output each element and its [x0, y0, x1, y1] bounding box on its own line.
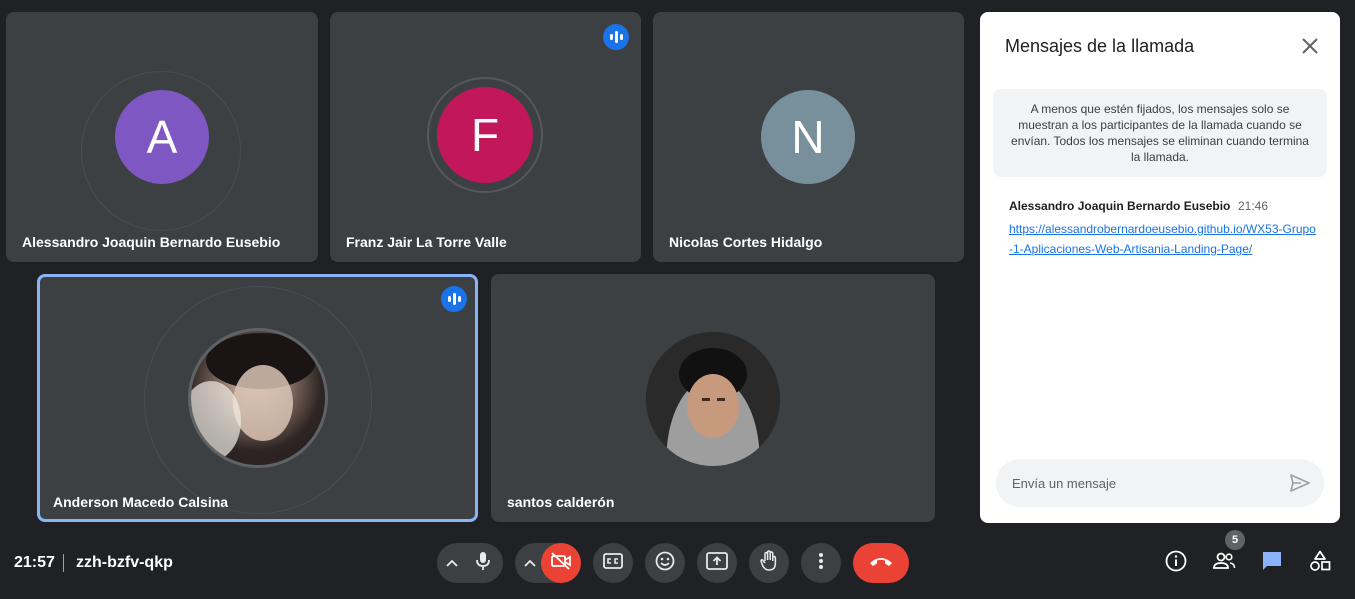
activities-button[interactable]: [1304, 547, 1336, 579]
reactions-button[interactable]: [645, 543, 685, 583]
end-call-icon: [868, 554, 894, 572]
close-icon[interactable]: [1296, 32, 1324, 60]
divider: [63, 554, 64, 572]
participant-name: Anderson Macedo Calsina: [53, 494, 229, 510]
microphone-icon: [474, 551, 492, 576]
info-icon: [1165, 550, 1187, 577]
more-options-button[interactable]: [801, 543, 841, 583]
participant-tile-franz[interactable]: F Franz Jair La Torre Valle: [330, 12, 641, 262]
raise-hand-button[interactable]: [749, 543, 789, 583]
chevron-up-icon[interactable]: [440, 543, 464, 583]
more-options-icon: [818, 552, 824, 575]
captions-button[interactable]: [593, 543, 633, 583]
avatar: F: [437, 87, 533, 183]
people-button[interactable]: [1208, 547, 1240, 579]
avatar-photo: [188, 328, 328, 468]
meeting-code: zzh-bzfv-qkp: [76, 554, 173, 571]
participant-tile-santos[interactable]: santos calderón: [491, 274, 935, 522]
chat-panel-title: Mensajes de la llamada: [1005, 36, 1195, 56]
message-link[interactable]: https://alessandrobernardoeusebio.github…: [1009, 219, 1319, 259]
people-count-badge: 5: [1225, 530, 1245, 550]
participant-tile-nicolas[interactable]: N Nicolas Cortes Hidalgo: [653, 12, 964, 262]
activities-icon: [1309, 550, 1331, 577]
participant-name: Franz Jair La Torre Valle: [346, 234, 507, 250]
participant-tile-alessandro[interactable]: A Alessandro Joaquin Bernardo Eusebio: [6, 12, 318, 262]
speaking-icon: [441, 286, 467, 312]
chat-button[interactable]: [1256, 547, 1288, 579]
chat-input-container: [996, 459, 1324, 507]
end-call-button[interactable]: [853, 543, 909, 583]
meeting-time: 21:57: [14, 554, 55, 571]
send-icon[interactable]: [1288, 471, 1312, 495]
people-icon: [1212, 552, 1236, 575]
participant-name: Nicolas Cortes Hidalgo: [669, 234, 823, 250]
present-screen-icon: [706, 551, 728, 575]
participant-tile-anderson[interactable]: Anderson Macedo Calsina: [37, 274, 478, 522]
present-button[interactable]: [697, 543, 737, 583]
chat-notice: A menos que estén fijados, los mensajes …: [993, 89, 1327, 177]
avatar: A: [115, 90, 209, 184]
participant-name: Alessandro Joaquin Bernardo Eusebio: [22, 234, 281, 250]
participant-name: santos calderón: [507, 494, 615, 510]
captions-icon: [603, 552, 623, 574]
speaking-icon: [603, 24, 629, 50]
chat-panel: Mensajes de la llamada A menos que estén…: [980, 12, 1340, 523]
avatar: N: [761, 90, 855, 184]
raise-hand-icon: [760, 549, 778, 577]
meeting-details-button[interactable]: [1160, 547, 1192, 579]
chat-icon: [1261, 550, 1283, 577]
chat-message-input[interactable]: [1012, 459, 1282, 507]
message-sender: Alessandro Joaquin Bernardo Eusebio: [1009, 199, 1231, 213]
message-time: 21:46: [1238, 199, 1269, 213]
chevron-up-icon[interactable]: [518, 543, 542, 583]
microphone-button[interactable]: [463, 543, 503, 583]
camera-off-icon: [550, 551, 572, 575]
avatar-photo: [646, 332, 780, 466]
emoji-icon: [655, 551, 675, 576]
camera-button[interactable]: [541, 543, 581, 583]
